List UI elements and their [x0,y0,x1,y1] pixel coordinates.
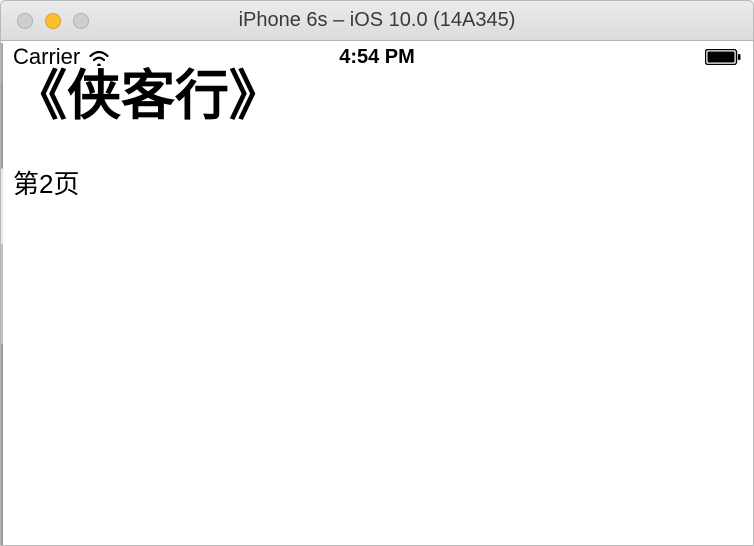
window-title: iPhone 6s – iOS 10.0 (14A345) [1,9,753,32]
app-title: 《侠客行》 [13,67,741,126]
window-titlebar[interactable]: iPhone 6s – iOS 10.0 (14A345) [1,1,753,41]
app-content: 《侠客行》 第2页 [3,67,751,201]
device-screen[interactable]: Carrier 4:54 PM [3,43,751,545]
traffic-lights [1,13,89,29]
status-right [705,49,741,65]
battery-icon [705,49,741,65]
minimize-button[interactable] [45,13,61,29]
close-button[interactable] [17,13,33,29]
status-bar: Carrier 4:54 PM [3,43,751,71]
page-label: 第2页 [13,164,741,201]
status-time: 4:54 PM [339,46,415,69]
carrier-label: Carrier [13,44,80,70]
simulator-window: iPhone 6s – iOS 10.0 (14A345) Carrier 4:… [0,0,754,546]
status-left: Carrier [13,44,110,70]
wifi-icon [88,48,110,66]
maximize-button[interactable] [73,13,89,29]
